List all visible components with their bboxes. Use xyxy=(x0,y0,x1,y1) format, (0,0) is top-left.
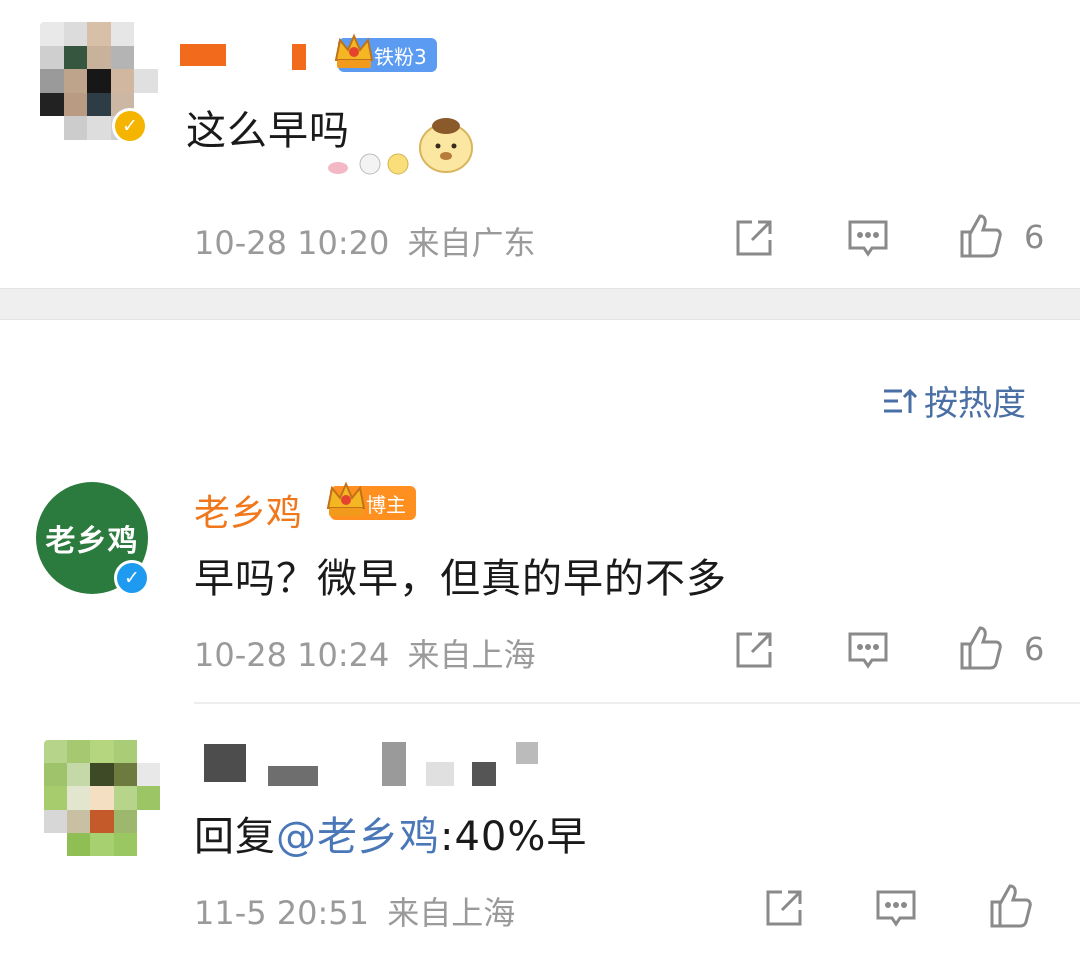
sort-button[interactable]: 按热度 xyxy=(882,376,1026,425)
avatar[interactable] xyxy=(44,740,160,856)
username-redacted xyxy=(292,44,306,70)
comment-date: 11-5 20:51 xyxy=(194,894,370,932)
comment-date: 10-28 10:24 xyxy=(194,636,390,674)
like-count: 6 xyxy=(1024,218,1045,256)
comment-icon[interactable] xyxy=(844,214,892,262)
avatar-logo-text: 老乡鸡 xyxy=(45,524,139,559)
share-icon[interactable] xyxy=(730,626,778,674)
crown-icon xyxy=(334,33,374,68)
timestamp: 10-28 10:20 来自广东 xyxy=(194,218,536,264)
comment-location: 来自上海 xyxy=(407,636,536,674)
sort-label: 按热度 xyxy=(924,384,1026,424)
timestamp: 11-5 20:51 来自上海 xyxy=(194,888,515,934)
comment-location: 来自上海 xyxy=(387,894,516,932)
username-redacted xyxy=(268,766,318,786)
comment-icon[interactable] xyxy=(844,626,892,674)
like-icon[interactable] xyxy=(986,882,1034,930)
section-separator xyxy=(0,288,1080,320)
comment-icon[interactable] xyxy=(872,884,920,932)
comment-item: 回复@老乡鸡:40%早 11-5 20:51 来自上海 xyxy=(0,700,1080,963)
host-badge: 博主 xyxy=(326,481,416,520)
mention-link[interactable]: @老乡鸡 xyxy=(276,814,440,860)
like-icon[interactable] xyxy=(956,212,1004,260)
share-icon[interactable] xyxy=(760,884,808,932)
fan-badge: 铁粉3 xyxy=(334,33,437,72)
verified-icon: ✓ xyxy=(114,560,150,596)
username-redacted xyxy=(516,742,538,764)
reply-text: :40%早 xyxy=(440,814,588,860)
username-redacted xyxy=(426,762,454,786)
comment-location: 来自广东 xyxy=(407,224,536,262)
username[interactable]: 老乡鸡 xyxy=(194,484,302,536)
like-count: 6 xyxy=(1024,630,1045,668)
like-icon[interactable] xyxy=(956,624,1004,672)
comment-item: 老乡鸡 ✓ 老乡鸡 博主 早吗？微早，但真的早的不多 10-28 10:24 来… xyxy=(0,470,1080,700)
sticker-icon xyxy=(419,118,473,173)
reply-prefix: 回复 xyxy=(194,814,276,860)
username-redacted xyxy=(382,742,406,786)
fan-badge-label: 铁粉3 xyxy=(374,44,427,69)
share-icon[interactable] xyxy=(730,214,778,262)
crown-icon xyxy=(326,481,366,516)
verified-icon: ✓ xyxy=(112,108,148,144)
username-redacted xyxy=(180,44,226,66)
host-badge-label: 博主 xyxy=(366,492,406,517)
comment-text: 回复@老乡鸡:40%早 xyxy=(194,804,587,862)
comment-text: 早吗？微早，但真的早的不多 xyxy=(194,556,727,602)
username-redacted xyxy=(204,744,246,782)
comment-item: ✓ 铁粉3 这么早吗 10-28 10:20 来自广东 6 xyxy=(0,0,1080,288)
sticker-icon xyxy=(328,153,409,175)
comment-date: 10-28 10:20 xyxy=(194,224,390,262)
username-redacted xyxy=(472,762,496,786)
sort-icon xyxy=(884,388,918,413)
timestamp: 10-28 10:24 来自上海 xyxy=(194,630,536,676)
